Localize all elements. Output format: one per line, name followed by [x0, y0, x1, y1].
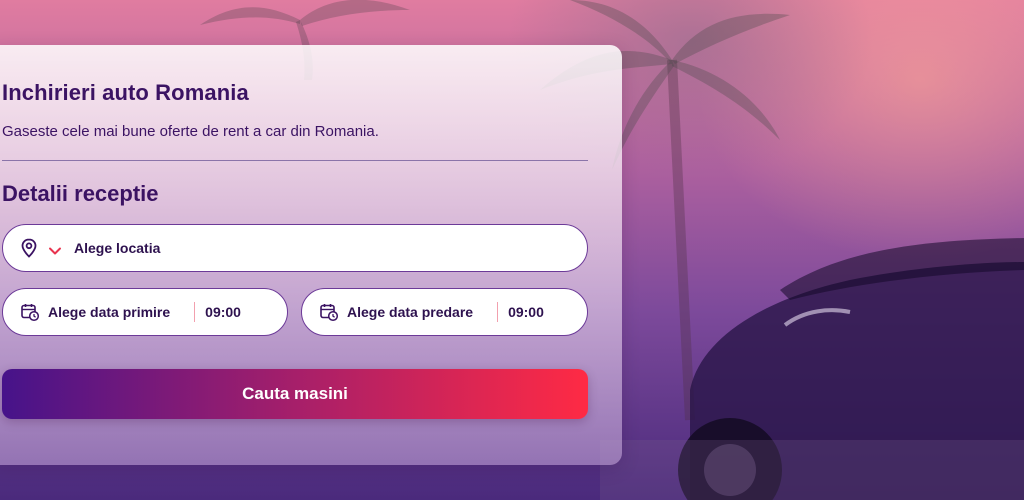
page-subtitle: Gaseste cele mai bune oferte de rent a c… [2, 123, 379, 140]
location-select[interactable]: Alege locatia [2, 224, 588, 272]
dropoff-date-picker[interactable]: Alege data predare 09:00 [301, 288, 588, 336]
chevron-down-icon[interactable] [48, 243, 62, 255]
dropoff-date-label: Alege data predare [347, 304, 474, 320]
dropoff-time[interactable]: 09:00 [508, 304, 544, 320]
map-pin-icon [20, 238, 38, 258]
pickup-date-label: Alege data primire [48, 304, 171, 320]
location-label: Alege locatia [74, 240, 161, 256]
pickup-time[interactable]: 09:00 [205, 304, 241, 320]
field-separator [194, 302, 196, 322]
section-heading: Detalii receptie [2, 181, 159, 206]
field-separator [497, 302, 499, 322]
calendar-clock-icon [20, 302, 40, 322]
search-cars-button[interactable]: Cauta masini [2, 369, 588, 419]
pickup-date-picker[interactable]: Alege data primire 09:00 [2, 288, 288, 336]
divider [2, 160, 588, 161]
page-title: Inchirieri auto Romania [2, 80, 249, 105]
calendar-clock-icon [319, 302, 339, 322]
